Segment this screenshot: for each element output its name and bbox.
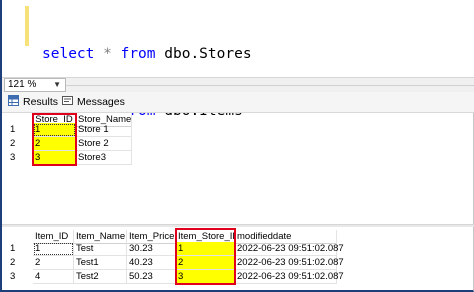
table-cell[interactable]: 2022-06-23 09:51:02.087 bbox=[235, 256, 344, 270]
table-cell[interactable]: 3 bbox=[176, 270, 235, 284]
table-reference: dbo.Stores bbox=[164, 46, 252, 62]
table-cell[interactable]: 30.23 bbox=[127, 242, 176, 256]
items-result-grid[interactable]: Item_ID Item_Name Item_Price Item_Store_… bbox=[2, 228, 474, 290]
table-cell[interactable]: 2022-06-23 09:51:02.087 bbox=[235, 270, 344, 284]
table-cell[interactable]: 4 bbox=[33, 270, 74, 284]
row-number[interactable]: 2 bbox=[8, 137, 28, 151]
messages-icon bbox=[62, 96, 73, 105]
table-cell[interactable]: 2 bbox=[33, 256, 74, 270]
row-number[interactable]: 1 bbox=[8, 242, 28, 256]
tab-results-label: Results bbox=[23, 96, 59, 108]
table-cell[interactable]: 2 bbox=[33, 137, 76, 151]
code-line[interactable]: select * from dbo.Stores bbox=[42, 45, 252, 64]
results-tabs: Results Messages bbox=[2, 92, 474, 113]
row-number[interactable]: 3 bbox=[8, 270, 28, 284]
table-cell[interactable]: 50.23 bbox=[127, 270, 176, 284]
tab-messages[interactable]: Messages bbox=[62, 94, 132, 111]
table-cell[interactable]: 2022-06-23 09:51:02.087 bbox=[235, 242, 344, 256]
keyword: from bbox=[120, 46, 156, 62]
table-cell[interactable]: 2 bbox=[176, 256, 235, 270]
keyword: select bbox=[42, 46, 95, 62]
operator: * bbox=[103, 46, 112, 62]
grid-splitter[interactable] bbox=[2, 224, 474, 227]
horizontal-scrollbar[interactable] bbox=[66, 85, 474, 86]
grid-icon bbox=[8, 95, 19, 106]
table-cell[interactable]: Test1 bbox=[74, 256, 127, 270]
table-cell[interactable]: Test bbox=[74, 242, 127, 256]
table-cell[interactable]: Store 1 bbox=[76, 123, 132, 137]
table-cell[interactable]: Store3 bbox=[76, 151, 132, 165]
zoom-value: 121 % bbox=[8, 79, 37, 90]
zoom-bar: 121 % ▼ bbox=[2, 77, 474, 93]
table-cell[interactable]: Store 2 bbox=[76, 137, 132, 151]
tab-messages-label: Messages bbox=[77, 96, 125, 108]
editor-gutter bbox=[2, 0, 24, 77]
table-cell[interactable]: 40.23 bbox=[127, 256, 176, 270]
tab-results[interactable]: Results bbox=[8, 94, 58, 111]
table-cell[interactable]: 1 bbox=[33, 242, 74, 256]
change-indicator bbox=[25, 6, 29, 46]
zoom-select[interactable]: 121 % ▼ bbox=[4, 78, 66, 92]
table-cell[interactable]: 1 bbox=[176, 242, 235, 256]
table-cell[interactable]: 1 bbox=[33, 123, 76, 137]
row-number[interactable]: 2 bbox=[8, 256, 28, 270]
table-cell[interactable]: 3 bbox=[33, 151, 76, 165]
row-number[interactable]: 3 bbox=[8, 151, 28, 165]
table-cell[interactable]: Test2 bbox=[74, 270, 127, 284]
stores-result-grid[interactable]: Store_ID Store_Name 1 1 Store 1 2 2 Stor… bbox=[2, 113, 474, 221]
chevron-down-icon[interactable]: ▼ bbox=[53, 79, 61, 91]
query-editor[interactable]: select * from dbo.Stores select * from d… bbox=[2, 0, 474, 119]
row-number[interactable]: 1 bbox=[8, 123, 28, 137]
